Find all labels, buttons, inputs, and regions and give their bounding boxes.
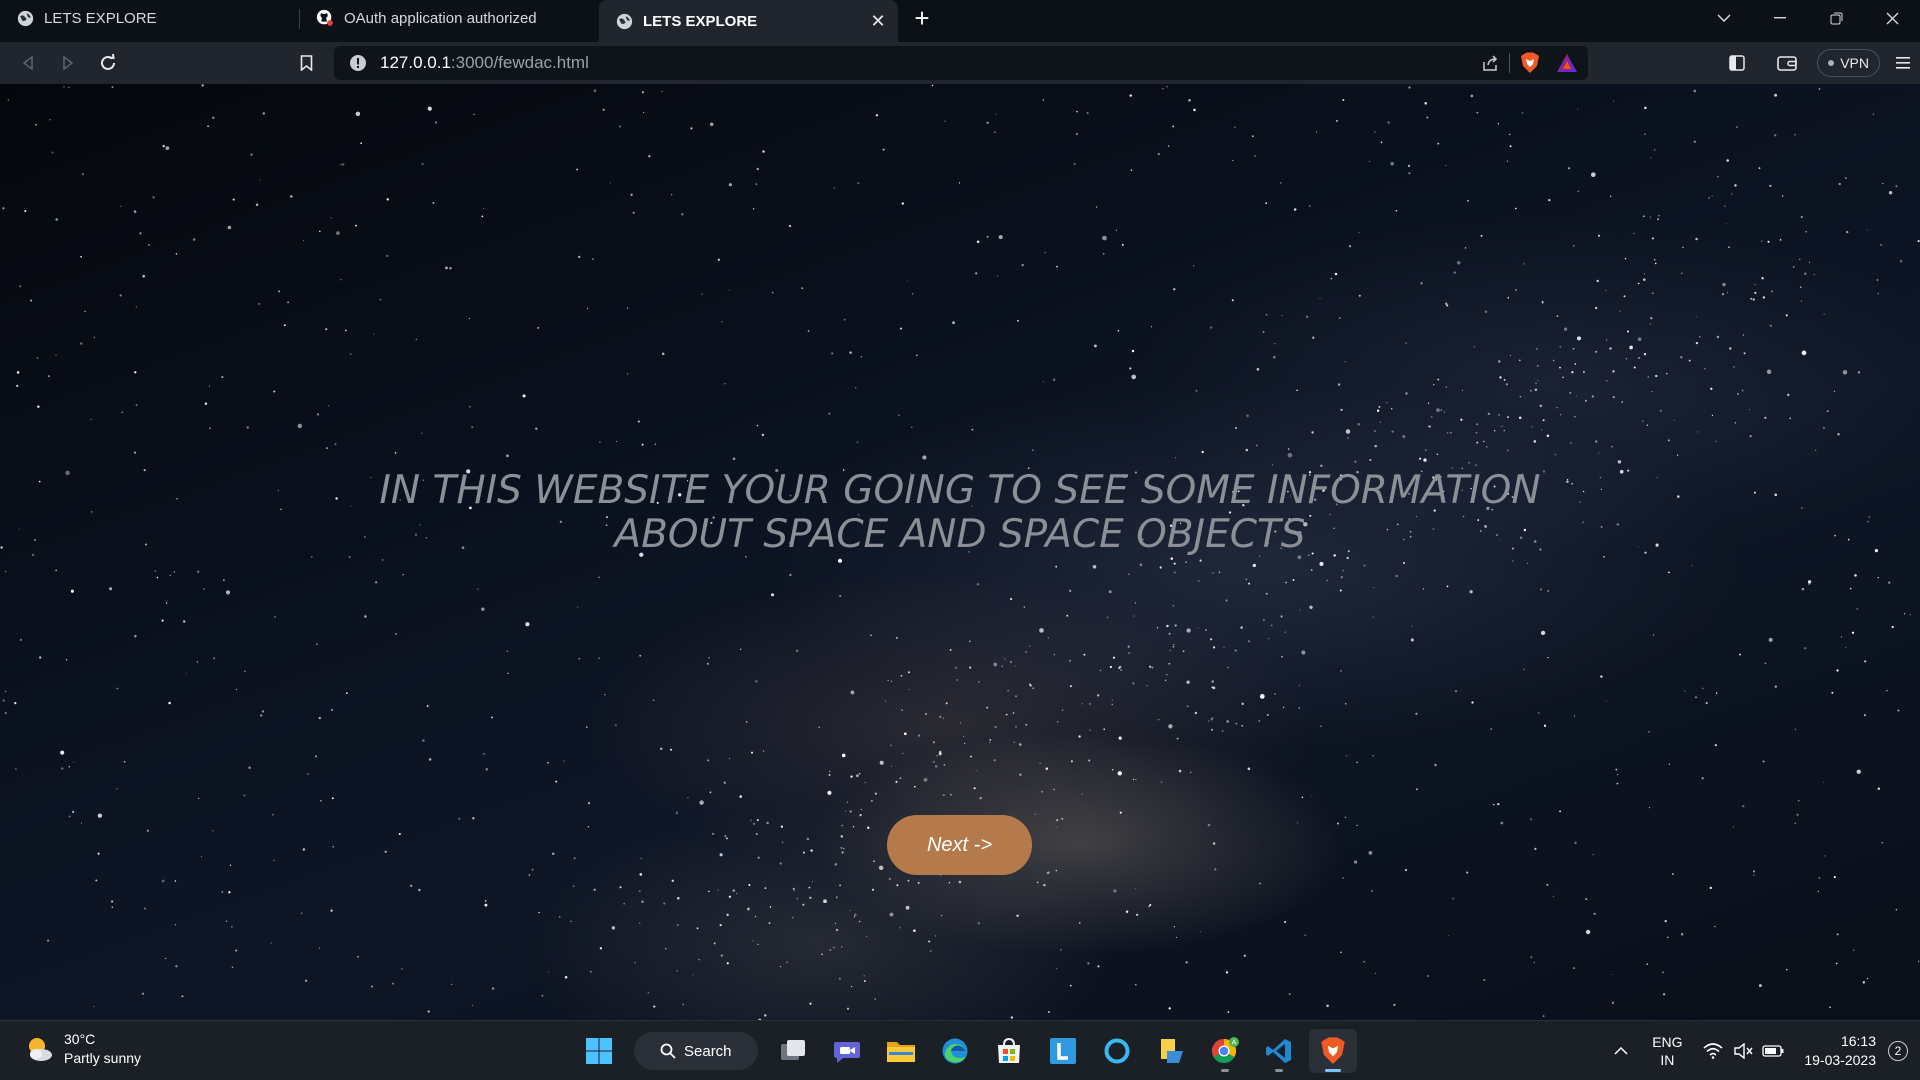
url-text: 127.0.0.1:3000/fewdac.html — [380, 53, 589, 73]
site-info-icon[interactable] — [346, 54, 370, 72]
running-indicator — [1325, 1069, 1341, 1072]
wifi-icon[interactable] — [1698, 1043, 1728, 1059]
close-window-button[interactable] — [1864, 0, 1920, 36]
battery-icon[interactable] — [1758, 1045, 1788, 1057]
globe-icon — [615, 12, 633, 30]
sidebar-toggle-icon[interactable] — [1717, 46, 1757, 80]
task-view-icon[interactable] — [769, 1029, 817, 1073]
vpn-button[interactable]: VPN — [1817, 49, 1880, 77]
window-controls — [1696, 0, 1920, 36]
vpn-status-dot — [1828, 60, 1835, 66]
taskbar-search[interactable]: Search — [634, 1032, 758, 1070]
store-icon[interactable] — [985, 1029, 1033, 1073]
tab-search-chevron-icon[interactable] — [1696, 0, 1752, 36]
back-button[interactable] — [8, 46, 48, 80]
l-app-icon[interactable] — [1039, 1029, 1087, 1073]
svg-text:A: A — [1232, 1039, 1237, 1047]
tab-title: LETS EXPLORE — [643, 12, 758, 30]
globe-icon — [16, 9, 34, 27]
vpn-label: VPN — [1840, 55, 1869, 71]
language-code: ENG — [1652, 1034, 1683, 1050]
url-host: 127.0.0.1 — [380, 53, 451, 72]
chrome-icon[interactable]: A — [1201, 1029, 1249, 1073]
weather-widget[interactable]: 30°C Partly sunny — [24, 1030, 141, 1068]
running-indicator — [1221, 1069, 1229, 1072]
time-text: 16:13 — [1840, 1033, 1876, 1049]
notification-badge[interactable]: 2 — [1888, 1041, 1908, 1061]
hero-heading: IN THIS WEBSITE YOUR GOING TO SEE SOME I… — [0, 469, 1920, 557]
tab-oauth[interactable]: OAuth application authorized — [300, 0, 599, 36]
tab-title: LETS EXPLORE — [44, 9, 157, 27]
bookmark-icon[interactable] — [286, 46, 326, 80]
page-viewport: IN THIS WEBSITE YOUR GOING TO SEE SOME I… — [0, 84, 1920, 1020]
weather-temp: 30°C — [64, 1031, 96, 1047]
show-hidden-icons-chevron-icon[interactable] — [1606, 1047, 1636, 1055]
search-label: Search — [684, 1042, 732, 1060]
tab-strip: LETS EXPLORE OAuth application authorize… — [0, 0, 1920, 42]
tab-lets-explore-1[interactable]: LETS EXPLORE — [0, 0, 299, 36]
wallet-icon[interactable] — [1767, 46, 1807, 80]
brave-shields-icon[interactable] — [1520, 52, 1540, 74]
brave-icon[interactable] — [1309, 1029, 1357, 1073]
forward-button[interactable] — [48, 46, 88, 80]
new-tab-button[interactable]: + — [902, 0, 942, 36]
share-icon[interactable] — [1481, 54, 1499, 72]
github-icon — [316, 9, 334, 27]
menu-icon[interactable] — [1886, 46, 1920, 80]
sticky-notes-icon[interactable] — [1147, 1029, 1195, 1073]
date-text: 19-03-2023 — [1804, 1052, 1876, 1068]
reload-button[interactable] — [88, 46, 128, 80]
url-path: :3000/fewdac.html — [450, 53, 589, 72]
file-explorer-icon[interactable] — [877, 1029, 925, 1073]
cortana-icon[interactable] — [1093, 1029, 1141, 1073]
partly-sunny-icon — [24, 1034, 54, 1064]
address-bar[interactable]: 127.0.0.1:3000/fewdac.html — [334, 46, 1588, 80]
language-indicator[interactable]: ENG IN — [1644, 1033, 1690, 1069]
address-bar-actions — [1481, 46, 1578, 80]
region-code: IN — [1660, 1052, 1675, 1068]
system-tray: ENG IN 16:13 19-03-2023 2 — [1606, 1021, 1920, 1080]
close-tab-icon[interactable]: ✕ — [868, 11, 888, 31]
vscode-icon[interactable] — [1255, 1029, 1303, 1073]
next-button[interactable]: Next -> — [887, 815, 1032, 875]
screen: LETS EXPLORE OAuth application authorize… — [0, 0, 1920, 1080]
teams-chat-icon[interactable] — [823, 1029, 871, 1073]
browser-toolbar: 127.0.0.1:3000/fewdac.html VPN — [0, 42, 1920, 84]
toolbar-right: VPN — [1717, 42, 1920, 84]
weather-condition: Partly sunny — [64, 1050, 142, 1066]
edge-icon[interactable] — [931, 1029, 979, 1073]
minimize-button[interactable] — [1752, 0, 1808, 36]
search-icon — [660, 1043, 676, 1059]
windows-taskbar: 30°C Partly sunny Search A ENG IN 16:13 … — [0, 1020, 1920, 1080]
hero-heading-line-1: IN THIS WEBSITE YOUR GOING TO SEE SOME I… — [379, 468, 1541, 513]
brave-rewards-icon[interactable] — [1556, 53, 1578, 73]
taskbar-apps: Search A — [572, 1029, 1360, 1073]
restore-button[interactable] — [1808, 0, 1864, 36]
hero-heading-line-2: ABOUT SPACE AND SPACE OBJECTS — [614, 512, 1306, 557]
running-indicator — [1275, 1069, 1283, 1072]
tab-title: OAuth application authorized — [344, 9, 537, 27]
separator — [1509, 53, 1510, 73]
volume-muted-icon[interactable] — [1728, 1043, 1758, 1059]
weather-text: 30°C Partly sunny — [64, 1030, 141, 1068]
clock[interactable]: 16:13 19-03-2023 — [1804, 1032, 1876, 1070]
tab-lets-explore-active[interactable]: LETS EXPLORE ✕ — [599, 0, 898, 42]
windows-start-icon[interactable] — [575, 1029, 623, 1073]
